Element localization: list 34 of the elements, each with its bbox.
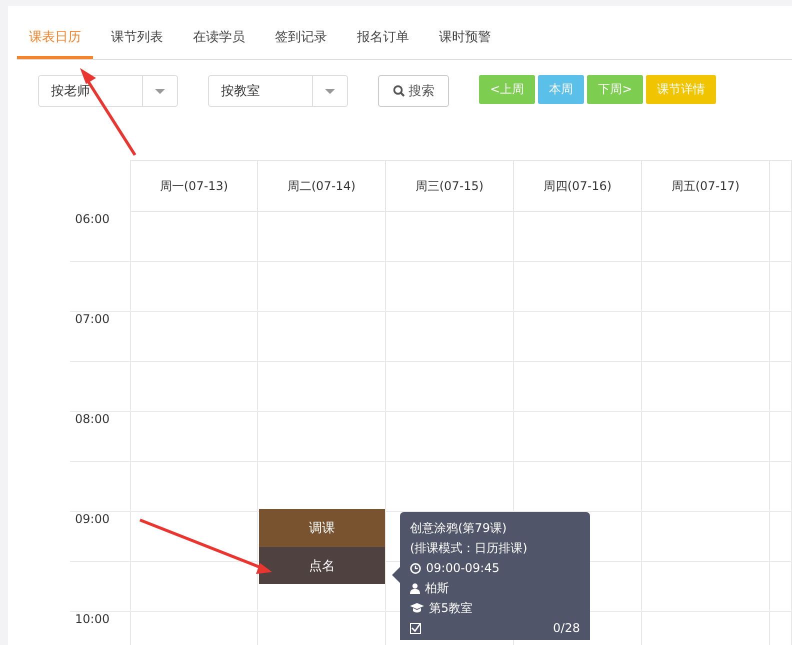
tooltip-teacher: 柏斯 bbox=[425, 580, 449, 596]
tab[interactable]: 课时预警 bbox=[427, 28, 503, 59]
checkbox-icon bbox=[410, 622, 421, 634]
tooltip-room: 第5教室 bbox=[429, 600, 473, 616]
day-header: 周四(07-16) bbox=[514, 160, 642, 212]
time-label: 08:00 bbox=[74, 412, 110, 426]
tab[interactable]: 签到记录 bbox=[263, 28, 339, 59]
person-icon bbox=[410, 582, 420, 594]
day-header: 周二(07-14) bbox=[258, 160, 386, 212]
time-label: 07:00 bbox=[74, 312, 110, 326]
day-header: 周三(07-15) bbox=[386, 160, 514, 212]
tab[interactable]: 课节列表 bbox=[99, 28, 175, 59]
caret-icon bbox=[325, 88, 335, 94]
graduation-cap-icon bbox=[410, 603, 424, 613]
tooltip-count: 0/28 bbox=[553, 621, 580, 635]
time-slot bbox=[770, 212, 792, 262]
tooltip-mode: (排课模式：日历排课) bbox=[410, 540, 528, 556]
tab[interactable]: 在读学员 bbox=[181, 28, 257, 59]
day-header: 周一(07-13) bbox=[130, 160, 258, 212]
dropdown[interactable]: 按教室 bbox=[208, 75, 348, 107]
clock-icon bbox=[410, 562, 421, 574]
day-header bbox=[770, 160, 792, 212]
time-label: 09:00 bbox=[74, 512, 110, 526]
time-label: 06:00 bbox=[74, 212, 110, 226]
search-icon bbox=[392, 85, 404, 97]
caret-icon bbox=[155, 88, 165, 94]
tooltip-time: 09:00-09:45 bbox=[426, 561, 500, 575]
tab[interactable]: 报名订单 bbox=[345, 28, 421, 59]
time-label: 10:00 bbox=[74, 612, 110, 626]
lesson-card[interactable]: 调课 点名 bbox=[259, 509, 385, 584]
lesson-action[interactable]: 点名 bbox=[259, 547, 385, 584]
tooltip-title: 创意涂鸦(第79课) bbox=[410, 520, 508, 536]
search-button[interactable]: 搜索 bbox=[378, 75, 449, 107]
day-header: 周五(07-17) bbox=[642, 160, 770, 212]
